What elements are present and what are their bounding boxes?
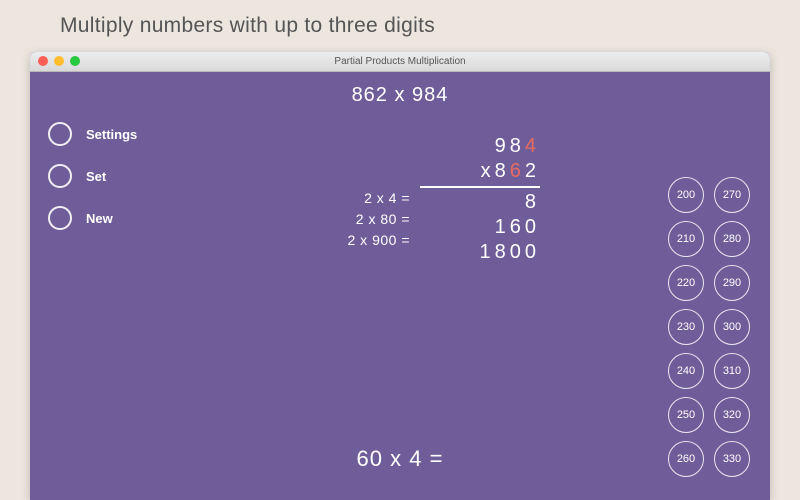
answer-chip[interactable]: 290 xyxy=(714,265,750,301)
sidebar: Settings Set New xyxy=(48,122,137,248)
answer-chip[interactable]: 300 xyxy=(714,309,750,345)
answer-chip[interactable]: 250 xyxy=(668,397,704,433)
partial-equation: 2 x 80 = xyxy=(290,209,410,230)
answer-chips: 200 270 210 280 220 290 230 300 240 310 … xyxy=(668,177,750,477)
multiplicand-row: 984 xyxy=(420,134,540,159)
sidebar-item-label: Set xyxy=(86,169,106,184)
partial-equation: 2 x 4 = xyxy=(290,188,410,209)
answer-chip[interactable]: 330 xyxy=(714,441,750,477)
page-heading: Multiply numbers with up to three digits xyxy=(60,14,435,38)
partial-result: 160 xyxy=(420,215,540,240)
zoom-icon[interactable] xyxy=(70,56,80,66)
answer-chip[interactable]: 320 xyxy=(714,397,750,433)
sidebar-item-new[interactable]: New xyxy=(48,206,137,230)
circle-icon xyxy=(48,164,72,188)
answer-chip[interactable]: 260 xyxy=(668,441,704,477)
window-title: Partial Products Multiplication xyxy=(334,56,465,67)
answer-chip[interactable]: 220 xyxy=(668,265,704,301)
traffic-lights xyxy=(38,56,80,66)
sidebar-item-label: Settings xyxy=(86,127,137,142)
partial-equations: 2 x 4 = 2 x 80 = 2 x 900 = xyxy=(290,188,410,251)
vertical-multiplication: 984 x862 8 160 1800 xyxy=(420,134,540,265)
sidebar-item-label: New xyxy=(86,211,113,226)
answer-chip[interactable]: 310 xyxy=(714,353,750,389)
minimize-icon[interactable] xyxy=(54,56,64,66)
rule-line xyxy=(420,186,540,188)
current-question: 60 x 4 = xyxy=(30,446,770,472)
app-window: Partial Products Multiplication 862 x 98… xyxy=(30,52,770,500)
partial-result: 1800 xyxy=(420,240,540,265)
close-icon[interactable] xyxy=(38,56,48,66)
answer-chip[interactable]: 270 xyxy=(714,177,750,213)
content-area: 862 x 984 Settings Set New 984 x862 8 16… xyxy=(30,72,770,500)
circle-icon xyxy=(48,206,72,230)
multiplier-row: x862 xyxy=(420,159,540,184)
titlebar: Partial Products Multiplication xyxy=(30,52,770,72)
partial-equation: 2 x 900 = xyxy=(290,230,410,251)
circle-icon xyxy=(48,122,72,146)
answer-chip[interactable]: 280 xyxy=(714,221,750,257)
answer-chip[interactable]: 200 xyxy=(668,177,704,213)
sidebar-item-set[interactable]: Set xyxy=(48,164,137,188)
problem-label: 862 x 984 xyxy=(30,84,770,107)
answer-chip[interactable]: 210 xyxy=(668,221,704,257)
answer-chip[interactable]: 240 xyxy=(668,353,704,389)
sidebar-item-settings[interactable]: Settings xyxy=(48,122,137,146)
answer-chip[interactable]: 230 xyxy=(668,309,704,345)
partial-result: 8 xyxy=(420,190,540,215)
